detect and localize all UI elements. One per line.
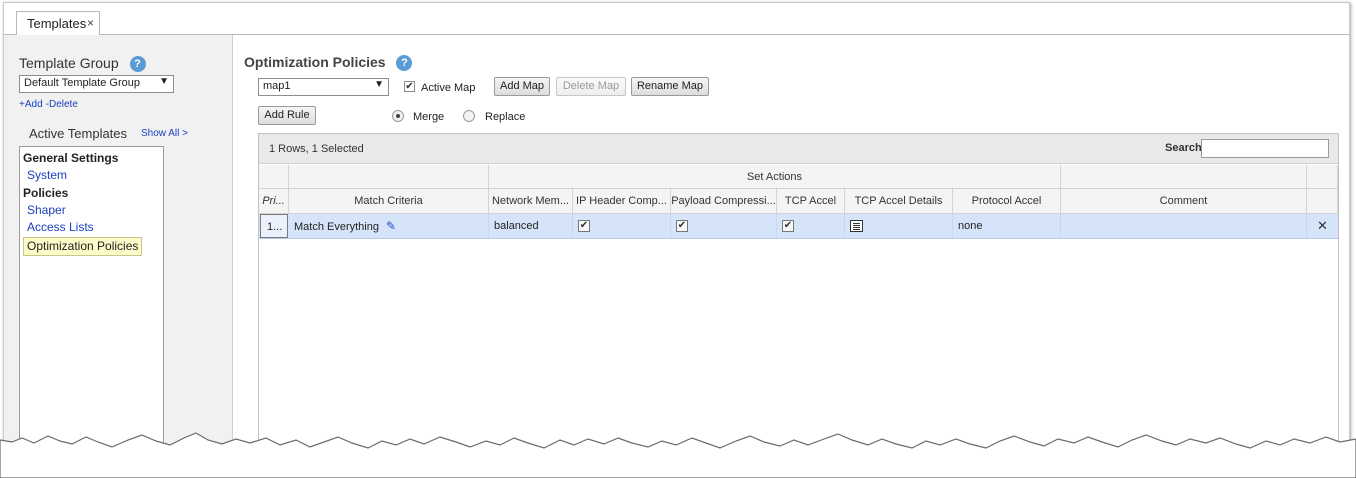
header-spacer — [259, 165, 289, 189]
cell-ip-header-compression[interactable]: ✔ — [573, 214, 671, 238]
replace-radio[interactable] — [463, 110, 475, 122]
template-group-value: Default Template Group — [24, 77, 140, 89]
tree-item-shaper[interactable]: Shaper — [23, 202, 163, 219]
edit-pencil-icon[interactable]: ✎ — [386, 219, 396, 233]
header-spacer — [1061, 165, 1307, 189]
payload-compression-checkbox[interactable]: ✔ — [676, 220, 688, 233]
column-protocol-accel[interactable]: Protocol Accel — [953, 189, 1061, 214]
rows-info: 1 Rows, 1 Selected — [269, 143, 364, 155]
dropdown-arrow-icon: ▼ — [159, 76, 169, 87]
help-icon[interactable]: ? — [129, 56, 146, 73]
column-priority[interactable]: Pri... — [259, 189, 289, 214]
replace-label: Replace — [485, 111, 526, 123]
help-icon[interactable]: ? — [396, 55, 413, 72]
column-match-criteria[interactable]: Match Criteria — [289, 189, 489, 214]
page-title-text: Optimization Policies — [244, 54, 386, 70]
active-map-label: Active Map — [421, 82, 476, 94]
add-rule-button[interactable]: Add Rule — [258, 106, 316, 125]
delete-group-link[interactable]: -Delete — [46, 99, 78, 110]
window: Templates × Template Group ? Default Tem… — [3, 2, 1350, 472]
match-criteria-text: Match Everything — [294, 221, 379, 233]
cell-match-criteria[interactable]: Match Everything ✎ — [289, 214, 489, 238]
column-comment[interactable]: Comment — [1061, 189, 1307, 214]
add-map-button[interactable]: Add Map — [494, 77, 550, 96]
left-panel: Template Group ? Default Template Group … — [4, 35, 233, 471]
active-templates-label: Active Templates — [29, 126, 128, 141]
template-group-select[interactable]: Default Template Group ▼ — [19, 75, 174, 93]
cell-protocol-accel[interactable]: none — [953, 214, 1061, 238]
search-input[interactable] — [1201, 139, 1329, 158]
column-payload-compression[interactable]: Payload Compressi... — [671, 189, 777, 214]
dropdown-arrow-icon: ▼ — [374, 79, 384, 90]
cell-tcp-accel-details[interactable] — [845, 214, 953, 238]
tree-group-policies: Policies — [23, 186, 69, 200]
column-tcp-accel[interactable]: TCP Accel — [777, 189, 845, 214]
table-row[interactable]: 1... Match Everything ✎ balanced ✔ ✔ ✔ n… — [259, 214, 1338, 239]
active-map-checkbox[interactable]: ✔ — [404, 81, 415, 92]
column-tcp-accel-details[interactable]: TCP Accel Details — [845, 189, 953, 214]
main-panel: Optimization Policies ? map1 ▼ ✔ Active … — [234, 35, 1349, 471]
tree-item-optimization-policies[interactable]: Optimization Policies — [23, 237, 143, 256]
show-all-link[interactable]: Show All > — [141, 128, 188, 139]
header-set-actions: Set Actions — [489, 165, 1061, 189]
ip-header-checkbox[interactable]: ✔ — [578, 220, 590, 233]
tree-group-general-settings: General Settings — [23, 151, 119, 165]
details-list-icon[interactable] — [850, 220, 863, 233]
tab-bar: Templates × — [4, 3, 1349, 36]
cell-payload-compression[interactable]: ✔ — [671, 214, 777, 238]
tab-label: Templates — [27, 16, 87, 31]
cell-comment[interactable] — [1061, 214, 1307, 238]
header-spacer — [289, 165, 489, 189]
column-network-memory[interactable]: Network Mem... — [489, 189, 573, 214]
tab-templates[interactable]: Templates × — [16, 11, 100, 36]
tree-item-system[interactable]: System — [23, 167, 163, 184]
template-group-heading: Template Group ? — [19, 55, 146, 73]
merge-label: Merge — [413, 111, 445, 123]
template-tree: General Settings System Policies Shaper … — [19, 146, 164, 471]
column-actions — [1307, 189, 1338, 214]
group-links: +Add -Delete — [19, 99, 81, 110]
grid-toolbar: 1 Rows, 1 Selected Search — [259, 134, 1338, 164]
policy-grid: 1 Rows, 1 Selected Search Set Actions Pr… — [258, 133, 1339, 471]
map-select[interactable]: map1 ▼ — [258, 78, 389, 96]
template-group-label: Template Group — [19, 55, 119, 71]
tree-item-access-lists[interactable]: Access Lists — [23, 219, 163, 236]
column-ip-header-compression[interactable]: IP Header Comp... — [573, 189, 671, 214]
cell-tcp-accel[interactable]: ✔ — [777, 214, 845, 238]
map-select-value: map1 — [263, 80, 291, 92]
delete-row-icon[interactable]: ✕ — [1307, 214, 1338, 238]
search-label: Search — [1165, 142, 1202, 154]
merge-radio[interactable] — [392, 110, 404, 122]
cell-priority[interactable]: 1... — [260, 214, 288, 238]
close-icon[interactable]: × — [87, 16, 94, 30]
page-title: Optimization Policies ? — [244, 54, 413, 72]
tcp-accel-checkbox[interactable]: ✔ — [782, 220, 794, 233]
cell-network-memory[interactable]: balanced — [489, 214, 573, 238]
add-group-link[interactable]: +Add — [19, 99, 43, 110]
header-spacer — [1307, 165, 1338, 189]
rename-map-button[interactable]: Rename Map — [631, 77, 709, 96]
delete-map-button[interactable]: Delete Map — [556, 77, 626, 96]
